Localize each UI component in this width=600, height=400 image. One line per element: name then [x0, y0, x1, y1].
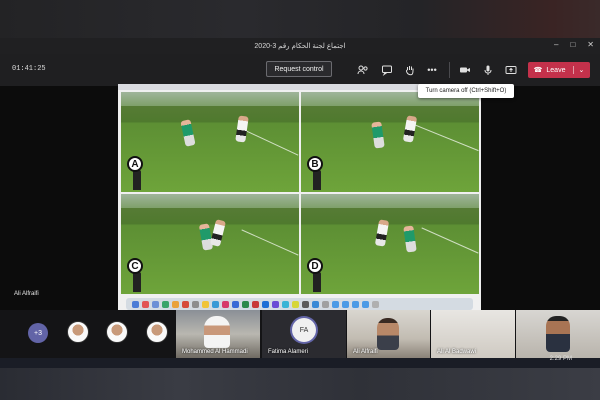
- dock-app-icon: [272, 300, 279, 308]
- field-line: [243, 129, 299, 156]
- participant-tile[interactable]: [516, 310, 600, 358]
- participant-video: [546, 316, 570, 352]
- field-line: [241, 229, 299, 256]
- dock-app-icon: [242, 300, 249, 308]
- player-white: [235, 115, 249, 143]
- participant-name: Ali Al Badwawi: [437, 349, 477, 355]
- leave-button[interactable]: ☎ Leave ⌄: [528, 62, 590, 78]
- dock-app-icon: [192, 300, 199, 308]
- player-white: [374, 219, 390, 247]
- shared-screen: A B C D: [118, 84, 481, 312]
- video-panel-b: B: [301, 92, 479, 192]
- dock-app-icon: [202, 300, 209, 308]
- phone-hangup-icon: ☎: [533, 67, 543, 74]
- avatar: FA: [292, 318, 316, 342]
- more-icon[interactable]: •••: [425, 63, 439, 77]
- maximize-button[interactable]: □: [570, 40, 575, 49]
- dock-app-icon: [332, 300, 339, 308]
- panel-background: [121, 194, 299, 208]
- minimize-button[interactable]: –: [554, 40, 558, 49]
- presenter-name: Ali Alfraifi: [14, 291, 39, 297]
- dock-app-icon: [282, 300, 289, 308]
- participant-tile[interactable]: Mohammed Al Hammadi: [176, 310, 260, 358]
- video-panel-c: C: [121, 194, 299, 294]
- player-green: [403, 225, 417, 253]
- os-taskbar: [0, 358, 600, 368]
- participants-icon[interactable]: [356, 63, 370, 77]
- participant-name: Fatima Alameri: [268, 349, 309, 355]
- dock-app-icon: [162, 300, 169, 308]
- dock-app-icon: [352, 300, 359, 308]
- avatar[interactable]: [146, 321, 168, 343]
- window-titlebar: اجتماع لجنة الحكام رقم 3-2020 – □ ✕: [0, 38, 600, 54]
- dock-app-icon: [322, 300, 329, 308]
- meeting-timer: 01:41:25: [12, 65, 46, 73]
- camera-tooltip: Turn camera off (Ctrl+Shift+O): [418, 84, 514, 98]
- dock-app-icon: [342, 300, 349, 308]
- dock-trash-icon: [372, 300, 379, 308]
- raise-hand-icon[interactable]: [403, 63, 417, 77]
- taskbar-clock: 2:29 PM: [549, 356, 572, 362]
- video-panel-a: A: [121, 92, 299, 192]
- dock-app-icon: [212, 300, 219, 308]
- chevron-down-icon[interactable]: ⌄: [573, 66, 584, 74]
- participant-tile[interactable]: Ali Alfraifi: [347, 310, 430, 358]
- background-blur-top: [0, 0, 600, 38]
- referee-silhouette: [133, 272, 141, 292]
- player-white: [402, 115, 418, 143]
- panel-background: [301, 194, 479, 208]
- participant-tile[interactable]: Ali Al Badwawi: [431, 310, 515, 358]
- dock-app-icon: [132, 300, 139, 308]
- panel-label-a: A: [127, 156, 143, 172]
- toolbar-divider: [449, 62, 450, 78]
- window-controls: – □ ✕: [554, 40, 594, 49]
- background-blur-bottom: [0, 368, 600, 400]
- dock-app-icon: [312, 300, 319, 308]
- leave-label: Leave: [546, 66, 566, 74]
- dock-app-icon: [172, 300, 179, 308]
- participant-name: Ali Alfraifi: [353, 349, 378, 355]
- meeting-toolbar: 01:41:25 Request control ••• ☎ Leave ⌄: [0, 54, 600, 86]
- panel-background: [121, 92, 299, 106]
- avatar[interactable]: [67, 321, 89, 343]
- request-control-button[interactable]: Request control: [266, 61, 332, 77]
- chat-icon[interactable]: [380, 63, 394, 77]
- panel-label-b: B: [307, 156, 323, 172]
- avatar[interactable]: [106, 321, 128, 343]
- dock-app-icon: [142, 300, 149, 308]
- dock-app-icon: [252, 300, 259, 308]
- close-button[interactable]: ✕: [587, 40, 594, 49]
- referee-silhouette: [133, 170, 141, 190]
- window-title: اجتماع لجنة الحكام رقم 3-2020: [254, 43, 346, 50]
- dock-app-icon: [292, 300, 299, 308]
- player-green: [371, 121, 385, 149]
- dock-app-icon: [362, 300, 369, 308]
- dock-app-icon: [302, 300, 309, 308]
- video-panel-d: D: [301, 194, 479, 294]
- dock-app-icon: [182, 300, 189, 308]
- player-white: [210, 219, 226, 247]
- referee-silhouette: [313, 272, 321, 292]
- player-green: [180, 119, 196, 147]
- dock-app-icon: [232, 300, 239, 308]
- field-line: [421, 227, 479, 254]
- participant-name: Mohammed Al Hammadi: [182, 349, 248, 355]
- referee-silhouette: [313, 170, 321, 190]
- panel-label-d: D: [307, 258, 323, 274]
- mic-icon[interactable]: [481, 63, 495, 77]
- participant-video: [204, 316, 230, 348]
- share-icon[interactable]: [504, 63, 518, 77]
- field-line: [413, 123, 479, 152]
- dock-app-icon: [262, 300, 269, 308]
- dock-app-icon: [222, 300, 229, 308]
- shared-app-dock: [126, 298, 473, 310]
- panel-label-c: C: [127, 258, 143, 274]
- participant-video: [377, 318, 399, 350]
- more-participants-button[interactable]: +3: [28, 323, 48, 343]
- dock-app-icon: [152, 300, 159, 308]
- camera-icon[interactable]: [458, 63, 472, 77]
